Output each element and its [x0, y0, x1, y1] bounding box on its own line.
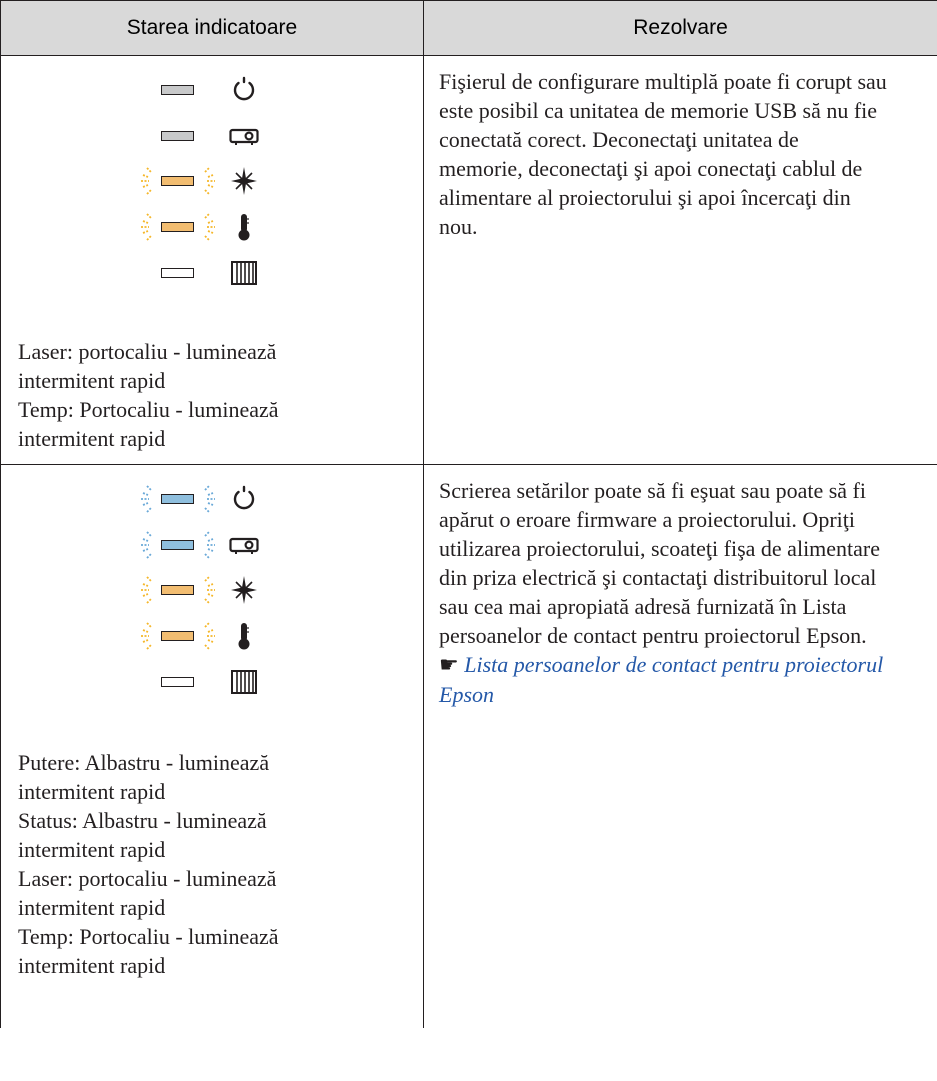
indicator-light [161, 176, 194, 186]
laser-icon [231, 576, 257, 604]
indicator-power [1, 68, 423, 112]
thermometer-icon [238, 214, 250, 241]
indicator-power [1, 477, 423, 521]
resolution-text: Fişierul de configurare multiplă poate f… [424, 56, 937, 241]
resolution-line: persoanelor de contact pentru proiectoru… [439, 623, 867, 648]
indicator-light [161, 677, 194, 687]
resolution-text: Scrierea setărilor poate să fi eşuat sau… [424, 465, 937, 709]
thermometer-icon [238, 623, 250, 650]
indicator-light [161, 222, 194, 232]
status-cell: Putere: Albastru - luminează intermitent… [0, 464, 424, 1028]
table-row: Putere: Albastru - luminează intermitent… [0, 464, 937, 1028]
filter-icon [231, 670, 257, 694]
indicator-filter [1, 251, 423, 295]
resolution-cell: Fişierul de configurare multiplă poate f… [423, 55, 937, 465]
indicator-temp [1, 205, 423, 249]
indicator-light [161, 268, 194, 278]
resolution-line: utilizarea proiectorului, scoateţi fişa … [439, 536, 881, 561]
resolution-line: din priza electrică şi contactaţi distri… [439, 565, 877, 590]
power-icon [233, 485, 255, 510]
pointing-hand-icon: ☛ [439, 653, 459, 678]
projector-icon [229, 128, 259, 145]
indicator-light [161, 631, 194, 641]
resolution-line: nou. [439, 214, 478, 239]
status-description: Putere: Albastru - luminează intermitent… [18, 748, 279, 980]
status-line: intermitent rapid [18, 895, 166, 920]
status-line: intermitent rapid [18, 837, 166, 862]
status-line: Laser: portocaliu - luminează [18, 339, 277, 364]
status-line: intermitent rapid [18, 779, 166, 804]
status-line: intermitent rapid [18, 953, 166, 978]
resolution-line: este posibil ca unitatea de memorie USB … [439, 98, 878, 123]
status-line: intermitent rapid [18, 368, 166, 393]
indicator-status [1, 523, 423, 567]
resolution-line: sau cea mai apropiată adresă furnizată î… [439, 594, 847, 619]
indicator-light [161, 131, 194, 141]
status-cell: Laser: portocaliu - luminează intermiten… [0, 55, 424, 465]
indicator-light [161, 494, 194, 504]
projector-icon [229, 537, 259, 554]
status-line: Laser: portocaliu - luminează [18, 866, 277, 891]
resolution-line: apărut o eroare firmware a proiectorului… [439, 507, 855, 532]
power-icon [233, 76, 255, 101]
indicator-laser [1, 568, 423, 612]
status-description: Laser: portocaliu - luminează intermiten… [18, 337, 279, 453]
resolution-line: Scrierea setărilor poate să fi eşuat sau… [439, 478, 866, 503]
status-line: Temp: Portocaliu - luminează [18, 397, 279, 422]
indicator-status-table: Starea indicatoare Rezolvare Laser: port… [0, 0, 937, 1028]
indicator-light [161, 85, 194, 95]
resolution-cell: Scrierea setărilor poate să fi eşuat sau… [423, 464, 937, 1028]
laser-icon [231, 167, 257, 195]
header-resolution: Rezolvare [423, 0, 937, 56]
status-line: intermitent rapid [18, 426, 166, 451]
indicator-status [1, 114, 423, 158]
indicator-temp [1, 614, 423, 658]
indicator-laser [1, 159, 423, 203]
status-line: Temp: Portocaliu - luminează [18, 924, 279, 949]
resolution-line: alimentare al proiectorului şi apoi înce… [439, 185, 851, 210]
header-status: Starea indicatoare [0, 0, 424, 56]
resolution-line: conectată corect. Deconectaţi unitatea d… [439, 127, 799, 152]
resolution-line: memorie, deconectaţi şi apoi conectaţi c… [439, 156, 863, 181]
link-text[interactable]: Epson [439, 680, 937, 709]
status-line: Status: Albastru - luminează [18, 808, 267, 833]
table-row: Laser: portocaliu - luminează intermiten… [0, 55, 937, 465]
status-line: Putere: Albastru - luminează [18, 750, 270, 775]
indicator-filter [1, 660, 423, 704]
resolution-line: Fişierul de configurare multiplă poate f… [439, 69, 887, 94]
link-text[interactable]: Lista persoanelor de contact pentru proi… [464, 652, 883, 677]
indicator-light [161, 585, 194, 595]
contact-list-link[interactable]: ☛ Lista persoanelor de contact pentru pr… [439, 650, 937, 680]
indicator-light [161, 540, 194, 550]
table-header-row: Starea indicatoare Rezolvare [0, 0, 937, 56]
filter-icon [231, 261, 257, 285]
